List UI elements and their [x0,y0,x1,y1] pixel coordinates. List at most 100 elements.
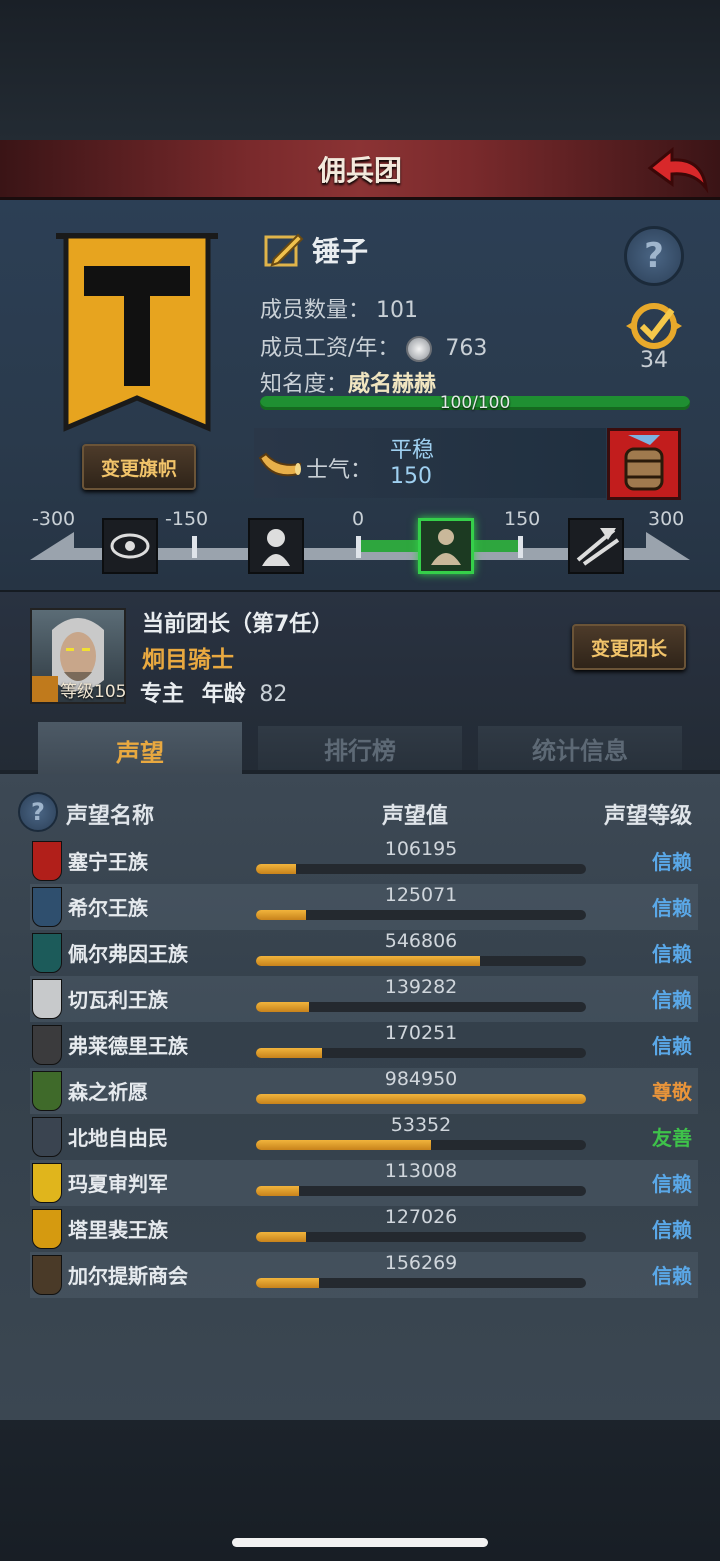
scale-tick-label: 300 [648,508,685,530]
faction-name: 弗莱德里王族 [68,1034,188,1058]
faction-emblem-icon [32,979,62,1019]
scale-tick [192,536,197,558]
help-icon[interactable]: ? [624,226,684,286]
reputation-bar [256,864,586,874]
table-row[interactable]: 森之祈愿 984950 尊敬 [30,1068,698,1114]
reputation-bar [256,1094,586,1104]
table-row[interactable]: 北地自由民 53352 友善 [30,1114,698,1160]
morale-label: 士气： [306,458,373,483]
table-row[interactable]: 希尔王族 125071 信赖 [30,884,698,930]
faction-emblem-icon [32,1117,62,1157]
reputation-level: 信赖 [652,942,692,966]
faction-name: 切瓦利王族 [68,988,168,1012]
fear-icon[interactable] [248,518,304,574]
back-arrow-icon[interactable] [646,144,710,196]
top-background [0,0,720,140]
reputation-level: 信赖 [652,1034,692,1058]
table-row[interactable]: 塔里裴王族 127026 信赖 [30,1206,698,1252]
captain-title: 当前团长（第7任） [142,612,334,637]
members-stat: 成员数量： 101 [260,292,418,324]
calm-icon[interactable] [418,518,474,574]
scale-tick-label: -300 [32,508,76,530]
home-indicator[interactable] [232,1538,488,1547]
captain-info: 专主 年龄 82 [140,676,287,708]
col-level-header: 声望等级 [603,804,692,829]
edit-icon[interactable] [264,231,304,269]
tab-reputation[interactable]: 声望 [38,722,242,778]
morale-scale: -300 -150 0 150 300 [30,508,690,578]
weapon-class-icon [32,676,58,702]
company-name-row: 锤子 [264,230,368,270]
reputation-value: 125071 [384,884,458,906]
rank-number: 34 [640,348,668,373]
table-row[interactable]: 切瓦利王族 139282 信赖 [30,976,698,1022]
reputation-bar-fill [256,1094,586,1104]
captain-age-value: 82 [259,682,288,707]
scale-tick-label: -150 [165,508,209,530]
charge-icon[interactable] [568,518,624,574]
supply-barrel-button[interactable] [607,428,681,500]
help-icon[interactable]: ? [18,792,58,832]
eye-icon[interactable] [102,518,158,574]
members-label: 成员数量： [260,298,371,323]
reputation-bar-fill [256,1048,322,1058]
reputation-bar-fill [256,1278,319,1288]
scale-tick [356,536,361,558]
reputation-bar [256,1278,586,1288]
scale-tick-label: 0 [352,508,365,530]
tab-ranking[interactable]: 排行榜 [258,726,462,770]
col-value-header: 声望值 [382,804,449,829]
reputation-bar-fill [256,1140,431,1150]
morale-state: 平稳 [390,438,435,463]
company-name: 锤子 [312,235,369,268]
scale-tick [518,536,523,558]
reputation-bar [256,1186,586,1196]
barrel-icon [624,435,664,491]
change-flag-button[interactable]: 变更旗帜 [82,444,196,490]
reputation-value: 127026 [384,1206,458,1228]
table-row[interactable]: 佩尔弗因王族 546806 信赖 [30,930,698,976]
faction-emblem-icon [32,1025,62,1065]
captain-level: 等级105 [32,676,126,702]
faction-name: 塔里裴王族 [68,1218,168,1242]
reputation-bar [256,1002,586,1012]
reputation-value: 113008 [384,1160,458,1182]
table-row[interactable]: 玛夏审判军 113008 信赖 [30,1160,698,1206]
reputation-value: 546806 [384,930,458,952]
reputation-level: 信赖 [652,988,692,1012]
table-row[interactable]: 塞宁王族 106195 信赖 [30,838,698,884]
faction-name: 佩尔弗因王族 [68,942,188,966]
reputation-header: ? 声望名称 声望值 声望等级 [18,790,698,834]
table-row[interactable]: 加尔提斯商会 156269 信赖 [30,1252,698,1298]
rank-emblem-icon [626,303,682,349]
faction-emblem-icon [32,1163,62,1203]
faction-name: 玛夏审判军 [68,1172,168,1196]
faction-emblem-icon [32,887,62,927]
reputation-bar-fill [256,956,481,966]
reputation-level: 信赖 [652,1264,692,1288]
reputation-level: 信赖 [652,1218,692,1242]
faction-emblem-icon [32,1255,62,1295]
reputation-value: 53352 [390,1114,452,1136]
faction-name: 加尔提斯商会 [68,1264,188,1288]
reputation-level: 信赖 [652,1172,692,1196]
reputation-level: 信赖 [652,850,692,874]
reputation-bar-fill [256,1232,306,1242]
reputation-bar-fill [256,910,306,920]
tab-statistics[interactable]: 统计信息 [478,726,682,770]
table-row[interactable]: 弗莱德里王族 170251 信赖 [30,1022,698,1068]
reputation-value: 170251 [384,1022,458,1044]
tab-bar: 声望 排行榜 统计信息 [38,722,684,778]
reputation-bar-fill [256,864,296,874]
title-bar: 佣兵团 [0,140,720,200]
faction-emblem-icon [32,1209,62,1249]
reputation-bar [256,1140,586,1150]
reputation-bar [256,910,586,920]
captain-role: 专主 [140,682,185,707]
reputation-value: 106195 [384,838,458,860]
rank-badge[interactable]: 34 [622,300,686,374]
company-banner-icon [56,233,218,432]
change-leader-button[interactable]: 变更团长 [572,624,686,670]
reputation-bar [256,956,586,966]
faction-emblem-icon [32,933,62,973]
